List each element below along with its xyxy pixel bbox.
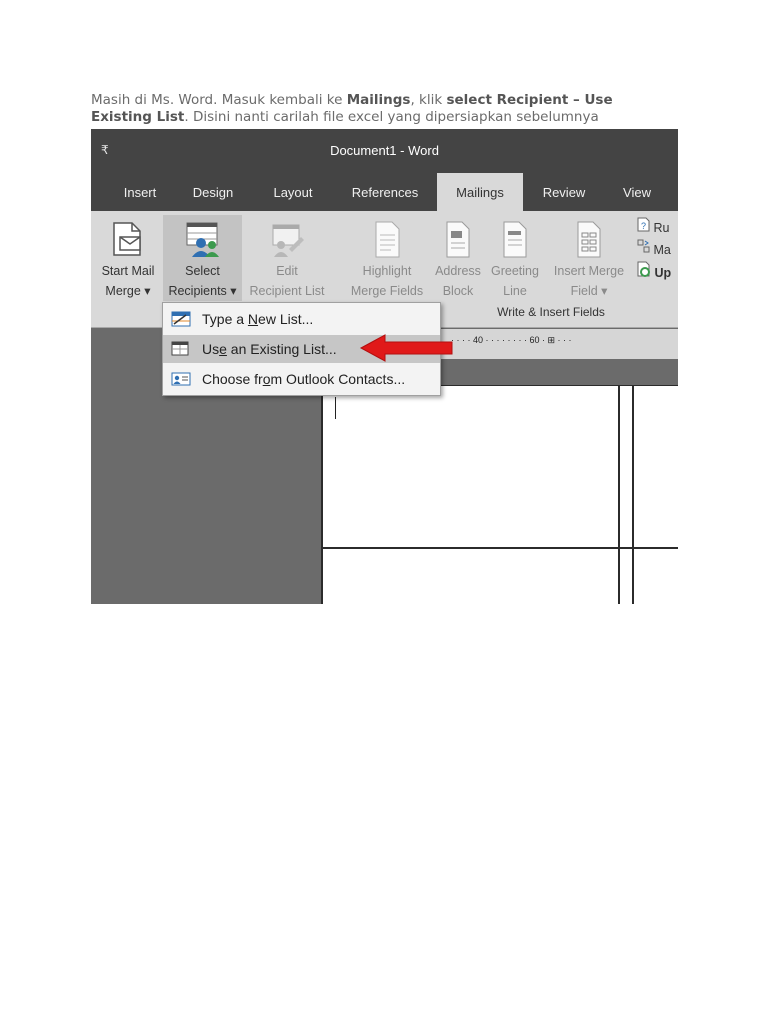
edit-recipient-list-button[interactable]: Edit Recipient List — [243, 215, 331, 301]
tab-review[interactable]: Review — [531, 173, 597, 211]
group-label-write-insert: Write & Insert Fields — [497, 305, 605, 319]
select-recipients-button[interactable]: Select Recipients ▾ — [163, 215, 242, 301]
highlight-merge-fields-button[interactable]: Highlight Merge Fields — [344, 215, 430, 301]
update-labels-label: Up — [654, 266, 672, 280]
edit-recipient-list-label-2: Recipient List — [249, 284, 325, 298]
start-mail-merge-button[interactable]: Start Mail Merge ▾ — [95, 215, 161, 301]
instruction-bold-mailings: Mailings — [346, 92, 411, 108]
red-arrow-pointer-icon — [359, 334, 453, 362]
edit-recipient-list-icon — [272, 224, 304, 257]
start-mail-merge-icon — [113, 222, 141, 256]
table-column-border-2 — [632, 385, 634, 604]
start-mail-merge-label-1: Start Mail — [101, 264, 155, 278]
ribbon-tab-bar: Insert Design Layout References Mailings… — [91, 173, 678, 211]
highlight-merge-fields-icon — [375, 221, 400, 258]
horizontal-ruler[interactable]: · · · · 40 · · · · · · · · 60 · ⊞ · · · — [441, 329, 678, 359]
address-block-icon — [446, 221, 470, 258]
greeting-line-icon — [503, 221, 527, 258]
insert-merge-field-label-2: Field ▾ — [570, 284, 608, 298]
match-fields-button[interactable]: Ma — [637, 239, 671, 261]
tab-layout[interactable]: Layout — [261, 173, 325, 211]
instruction-text-2: , klik — [410, 92, 447, 108]
menu-label-choose-outlook-contacts: Choose from Outlook Contacts... — [202, 371, 406, 387]
menu-item-choose-outlook-contacts[interactable]: Choose from Outlook Contacts... — [163, 365, 440, 393]
highlight-merge-fields-label-2: Merge Fields — [350, 284, 424, 298]
address-block-label-2: Block — [442, 284, 474, 298]
tab-insert[interactable]: Insert — [109, 173, 171, 211]
tab-references[interactable]: References — [341, 173, 429, 211]
tab-view[interactable]: View — [609, 173, 665, 211]
title-bar: ₹ Document1 - Word — [91, 129, 678, 173]
text-cursor — [335, 397, 336, 419]
document-page[interactable] — [321, 385, 678, 604]
rules-icon: ? — [637, 217, 650, 232]
instruction-paragraph: Masih di Ms. Word. Masuk kembali ke Mail… — [91, 92, 651, 126]
address-block-label-1: Address — [435, 264, 481, 278]
select-recipients-label-2: Recipients ▾ — [168, 284, 237, 298]
rules-label: Ru — [653, 221, 670, 235]
outlook-contacts-icon — [171, 372, 191, 386]
greeting-line-label-1: Greeting — [491, 264, 539, 278]
insert-merge-field-label-1: Insert Merge — [553, 264, 625, 278]
window-title: Document1 - Word — [330, 143, 439, 158]
greeting-line-button[interactable]: Greeting Line — [487, 215, 543, 301]
insert-merge-field-button[interactable]: Insert Merge Field ▾ — [546, 215, 632, 301]
update-labels-icon — [637, 261, 650, 277]
edit-recipient-list-label-1: Edit — [276, 264, 298, 278]
highlight-merge-fields-label-1: Highlight — [362, 264, 412, 278]
insert-merge-field-icon — [577, 221, 601, 258]
select-recipients-icon — [186, 222, 219, 257]
word-screenshot: ₹ Document1 - Word Insert Design Layout … — [91, 129, 678, 604]
start-mail-merge-label-2: Merge ▾ — [105, 284, 151, 298]
tab-design[interactable]: Design — [181, 173, 245, 211]
menu-item-type-new-list[interactable]: Type a New List... — [163, 305, 440, 333]
tab-mailings[interactable]: Mailings — [437, 173, 523, 211]
select-recipients-label-1: Select — [185, 264, 220, 278]
instruction-text-3: . Disini nanti carilah file excel yang d… — [184, 109, 599, 125]
ruler-marks: · · · · 40 · · · · · · · · 60 · ⊞ · · · — [451, 335, 572, 345]
rules-button[interactable]: ? Ru — [637, 217, 671, 239]
match-fields-icon — [637, 239, 650, 253]
instruction-text-1: Masih di Ms. Word. Masuk kembali ke — [91, 92, 347, 108]
table-column-border-1 — [618, 385, 620, 604]
update-labels-button[interactable]: Up — [637, 261, 671, 284]
existing-list-icon — [171, 341, 189, 356]
svg-text:?: ? — [641, 221, 646, 231]
table-row-border — [323, 547, 678, 549]
menu-label-type-new-list: Type a New List... — [202, 311, 314, 327]
menu-label-use-existing-list: Use an Existing List... — [202, 341, 337, 357]
new-list-icon — [171, 311, 191, 327]
rules-group: ? Ru Ma Up — [637, 217, 671, 284]
match-fields-label: Ma — [653, 243, 671, 257]
address-block-button[interactable]: Address Block — [432, 215, 484, 301]
greeting-line-label-2: Line — [503, 284, 527, 298]
